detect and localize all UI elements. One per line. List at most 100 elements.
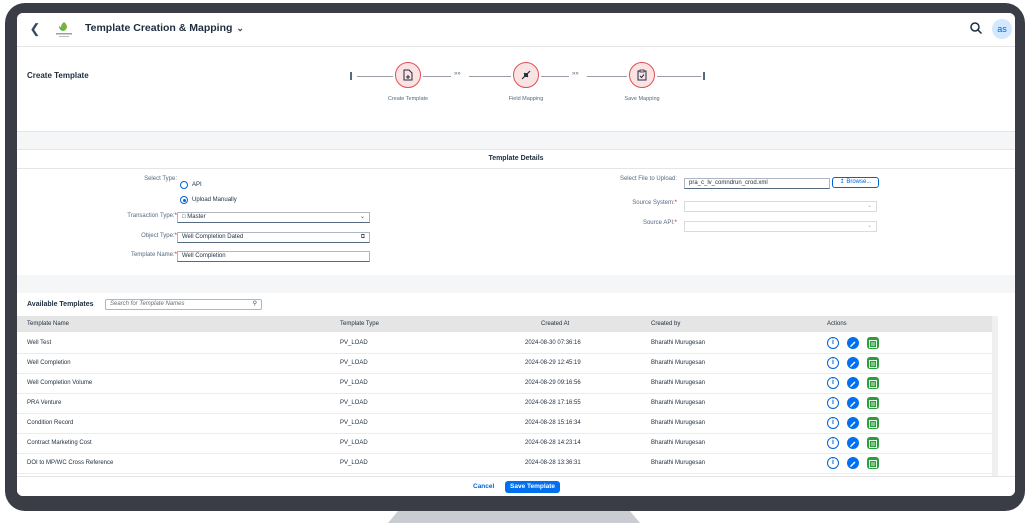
chevron-down-icon: ⌄ [866, 223, 872, 229]
cell-created-by: Bharathi Murugesan [651, 420, 706, 426]
object-type-label-text: Object Type: [141, 233, 175, 239]
cell-template-type: PV_LOAD [340, 340, 368, 346]
step-save-mapping[interactable] [629, 62, 655, 88]
cell-created-at: 2024-08-28 14:23:14 [525, 440, 581, 446]
cell-created-by: Bharathi Murugesan [651, 440, 706, 446]
edit-icon[interactable] [847, 337, 859, 349]
mapping-icon[interactable] [867, 357, 879, 369]
step-label-save-mapping: Save Mapping [624, 96, 660, 102]
cell-template-type: PV_LOAD [340, 420, 368, 426]
shell-bar: ❮ Template Creation & Mapping ⌄ as [17, 13, 1015, 47]
col-created-by[interactable]: Created by [651, 316, 680, 332]
document-icon: □ [182, 214, 186, 220]
col-template-name[interactable]: Template Name [27, 316, 69, 332]
available-templates-title: Available Templates [27, 301, 94, 308]
cell-created-at: 2024-08-29 09:16:56 [525, 380, 581, 386]
table-row[interactable]: DOI to MP/WC Cross Reference PV_LOAD 2024-… [17, 453, 992, 474]
mapping-icon[interactable] [867, 457, 879, 469]
radio-api-label: API [192, 182, 202, 188]
create-template-title: Create Template [27, 71, 89, 80]
template-details-heading: Template Details [17, 149, 1015, 169]
table-row[interactable]: PRA Venture PV_LOAD 2024-08-28 17:16:55 Bha… [17, 393, 992, 414]
compass-icon [521, 70, 531, 80]
cell-template-type: PV_LOAD [340, 380, 368, 386]
cell-template-name: DOI to MP/WC Cross Reference [27, 460, 114, 466]
search-icon[interactable]: ⚲ [253, 300, 257, 309]
template-name-label-text: Template Name: [130, 252, 175, 258]
cell-created-at: 2024-08-28 15:16:34 [525, 420, 581, 426]
template-details-panel: Template Details Select Type: API Upload… [17, 149, 1015, 275]
radio-api[interactable] [180, 181, 188, 189]
info-icon[interactable]: i [827, 417, 839, 429]
mapping-icon[interactable] [867, 377, 879, 389]
cell-template-type: PV_LOAD [340, 400, 368, 406]
info-icon[interactable]: i [827, 457, 839, 469]
table-row[interactable]: Well Test PV_LOAD 2024-08-30 07:36:16 Bhara… [17, 333, 992, 354]
footer-bar: Cancel Save Template [17, 476, 1015, 496]
file-upload-value: pra_c_lv_comndrun_crod.xml [689, 180, 768, 186]
mapping-icon[interactable] [867, 397, 879, 409]
step-field-mapping[interactable] [513, 62, 539, 88]
radio-upload-manually-label: Upload Manually [192, 197, 237, 203]
app-title[interactable]: Template Creation & Mapping ⌄ [85, 22, 244, 34]
wizard-line [541, 76, 569, 77]
info-icon[interactable]: i [827, 437, 839, 449]
edit-icon[interactable] [847, 397, 859, 409]
wizard-line [423, 76, 451, 77]
edit-icon[interactable] [847, 457, 859, 469]
edit-icon[interactable] [847, 377, 859, 389]
info-icon[interactable]: i [827, 357, 839, 369]
file-upload-field[interactable]: pra_c_lv_comndrun_crod.xml [684, 178, 830, 189]
transaction-type-select[interactable]: □ Master ⌄ [177, 212, 370, 223]
template-search-input[interactable]: Search for Template Names ⚲ [105, 299, 262, 310]
table-row[interactable]: Well Completion Volume PV_LOAD 2024-08-29 … [17, 373, 992, 394]
col-template-type[interactable]: Template Type [340, 316, 379, 332]
wizard-line [657, 76, 701, 77]
radio-upload-manually[interactable] [180, 196, 188, 204]
value-help-icon[interactable]: ⧉ [361, 233, 365, 242]
table-row[interactable]: Well Completion PV_LOAD 2024-08-29 12:45:1… [17, 353, 992, 374]
cancel-button[interactable]: Cancel [473, 481, 494, 493]
info-icon[interactable]: i [827, 377, 839, 389]
cell-template-name: Contract Marketing Cost [27, 440, 92, 446]
monitor-stand [388, 511, 640, 523]
table-header: Template Name Template Type Created At C… [17, 316, 992, 332]
clipboard-check-icon [637, 69, 647, 81]
source-system-label: Source System:* [632, 200, 677, 206]
mapping-icon[interactable] [867, 417, 879, 429]
mapping-icon[interactable] [867, 437, 879, 449]
chevron-down-icon[interactable]: ⌄ [236, 23, 244, 33]
step-create-template[interactable] [395, 62, 421, 88]
table-row[interactable]: Contract Marketing Cost PV_LOAD 2024-08-28… [17, 433, 992, 454]
cell-template-name: Condition Record [27, 420, 74, 426]
info-icon[interactable]: i [827, 337, 839, 349]
template-name-input[interactable]: Well Completion [177, 251, 370, 262]
table-scrollbar[interactable] [992, 316, 998, 476]
col-created-at[interactable]: Created At [541, 316, 569, 332]
source-api-select[interactable]: ⌄ [684, 221, 877, 232]
back-icon[interactable]: ❮ [27, 21, 43, 37]
edit-icon[interactable] [847, 417, 859, 429]
search-icon[interactable] [969, 21, 985, 37]
cell-template-type: PV_LOAD [340, 440, 368, 446]
edit-icon[interactable] [847, 437, 859, 449]
wizard-start-marker [350, 72, 352, 80]
cell-template-name: PRA Venture [27, 400, 62, 406]
save-template-button[interactable]: Save Template [505, 481, 561, 493]
cell-created-at: 2024-08-28 17:16:55 [525, 400, 581, 406]
object-type-field[interactable]: Well Completion Dated ⧉ [177, 232, 370, 243]
step-label-create-template: Create Template [387, 96, 429, 102]
mapping-icon[interactable] [867, 337, 879, 349]
transaction-type-label-text: Transaction Type: [127, 213, 175, 219]
cell-template-name: Well Test [27, 340, 52, 346]
source-system-select[interactable]: ⌄ [684, 201, 877, 212]
browse-button[interactable]: ↥ Browse... [832, 177, 879, 188]
cell-created-by: Bharathi Murugesan [651, 380, 706, 386]
source-api-label-text: Source API: [642, 220, 675, 226]
info-icon[interactable]: i [827, 397, 839, 409]
table-row[interactable]: Condition Record PV_LOAD 2024-08-28 15:16:… [17, 413, 992, 434]
avatar[interactable]: as [992, 19, 1012, 39]
wizard-line [357, 76, 393, 77]
edit-icon[interactable] [847, 357, 859, 369]
app-screen: ❮ Template Creation & Mapping ⌄ as Create… [17, 13, 1015, 496]
